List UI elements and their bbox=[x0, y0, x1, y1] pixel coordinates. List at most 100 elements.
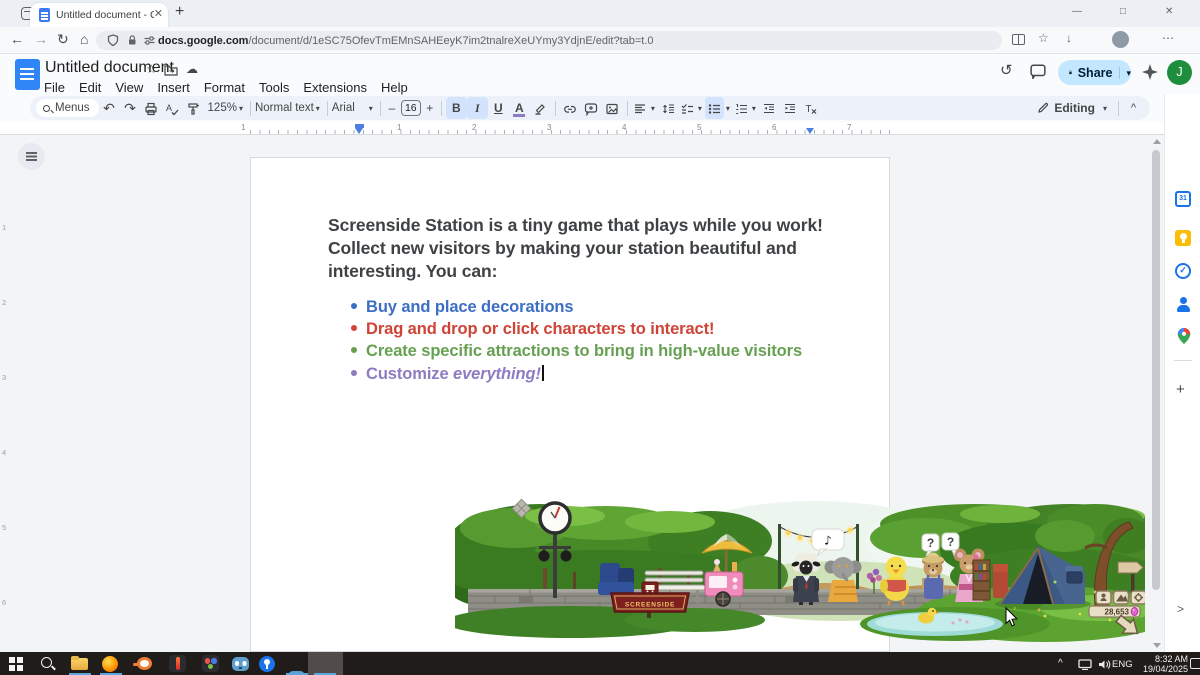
redo-button[interactable]: ↷ bbox=[120, 97, 141, 119]
numbered-list-button[interactable] bbox=[733, 97, 750, 119]
visitors-button[interactable] bbox=[1096, 591, 1111, 604]
doc-tabs-button[interactable] bbox=[18, 143, 45, 170]
share-dropdown-icon[interactable]: ▾ bbox=[1119, 67, 1131, 79]
start-button[interactable] bbox=[9, 657, 23, 671]
menu-view[interactable]: View bbox=[108, 79, 150, 96]
network-icon[interactable] bbox=[1078, 659, 1092, 670]
undo-button[interactable]: ↶ bbox=[99, 97, 120, 119]
settings-button[interactable] bbox=[1131, 591, 1145, 604]
coin-counter[interactable]: 28,653 bbox=[1089, 606, 1140, 617]
cloud-status-icon[interactable]: ☁ bbox=[186, 62, 198, 76]
favorites-star-icon[interactable]: ☆ bbox=[1038, 31, 1049, 45]
font-caret-icon[interactable]: ▾ bbox=[369, 104, 373, 113]
lock-icon[interactable] bbox=[126, 34, 138, 47]
add-comment-button[interactable] bbox=[581, 97, 602, 119]
get-addons-button[interactable]: + bbox=[1176, 381, 1185, 398]
menu-extensions[interactable]: Extensions bbox=[296, 79, 374, 96]
split-screen-icon[interactable] bbox=[1012, 34, 1025, 45]
red-seat[interactable] bbox=[993, 564, 1008, 598]
print-button[interactable] bbox=[141, 97, 162, 119]
panel-collapse-icon[interactable]: > bbox=[1177, 602, 1184, 616]
window-close-button[interactable]: ✕ bbox=[1165, 6, 1173, 17]
account-avatar[interactable]: J bbox=[1167, 60, 1192, 85]
clock[interactable]: 8:32 AM 19/04/2025 bbox=[1136, 654, 1188, 674]
menu-insert[interactable]: Insert bbox=[150, 79, 197, 96]
numbered-list-caret-icon[interactable]: ▾ bbox=[752, 104, 756, 113]
blender-icon[interactable] bbox=[137, 657, 152, 670]
tune-icon[interactable] bbox=[143, 34, 156, 47]
contacts-icon[interactable] bbox=[1175, 296, 1191, 312]
back-button[interactable]: ← bbox=[10, 31, 24, 47]
bold-button[interactable]: B bbox=[446, 97, 467, 119]
pond[interactable] bbox=[867, 612, 1003, 636]
right-indent-marker[interactable] bbox=[806, 128, 814, 134]
increase-font-size-button[interactable]: + bbox=[423, 97, 437, 119]
zoom-select[interactable]: 125% bbox=[208, 102, 237, 114]
reload-button[interactable]: ↻ bbox=[57, 31, 69, 48]
italic-button[interactable]: I bbox=[467, 97, 488, 119]
scrollbar-thumb[interactable] bbox=[1152, 150, 1160, 590]
zoom-caret-icon[interactable]: ▾ bbox=[239, 104, 243, 113]
hide-menus-button[interactable]: ^ bbox=[1123, 97, 1144, 119]
document-scrollbar[interactable] bbox=[1151, 137, 1161, 652]
increase-indent-button[interactable] bbox=[780, 97, 801, 119]
tray-expand-icon[interactable]: ^ bbox=[1058, 658, 1063, 669]
forward-button[interactable]: → bbox=[34, 31, 48, 47]
file-explorer-icon[interactable] bbox=[71, 658, 88, 670]
align-caret-icon[interactable]: ▾ bbox=[651, 104, 655, 113]
speaker-icon[interactable] bbox=[1098, 659, 1111, 670]
version-history-icon[interactable]: ↺ bbox=[1000, 61, 1013, 79]
window-minimize-button[interactable]: — bbox=[1072, 6, 1082, 17]
notification-center-icon[interactable] bbox=[1190, 658, 1200, 669]
godot-app-icon[interactable] bbox=[232, 657, 249, 671]
insert-image-button[interactable] bbox=[602, 97, 623, 119]
book-stand[interactable] bbox=[973, 560, 990, 600]
menu-tools[interactable]: Tools bbox=[252, 79, 296, 96]
font-size-input[interactable]: 16 bbox=[401, 100, 421, 116]
scroll-up-icon[interactable] bbox=[1153, 139, 1161, 144]
tracking-shield-icon[interactable] bbox=[107, 34, 119, 47]
sheep-character[interactable] bbox=[791, 553, 821, 606]
horizontal-ruler[interactable]: 1 1 2 3 4 5 6 7 bbox=[0, 122, 1164, 135]
address-bar[interactable]: docs.google.com/document/d/1eSC75OfevTmE… bbox=[96, 31, 1002, 50]
gemini-sparkle-icon[interactable] bbox=[1142, 64, 1158, 80]
bulleted-list-button[interactable] bbox=[705, 97, 724, 119]
tasks-icon[interactable]: ✓ bbox=[1175, 263, 1191, 279]
editing-mode-select[interactable]: Editing ▾ bbox=[1037, 101, 1110, 115]
highlight-button[interactable] bbox=[530, 97, 551, 119]
scroll-down-icon[interactable] bbox=[1153, 643, 1161, 648]
checklist-caret-icon[interactable]: ▾ bbox=[698, 104, 702, 113]
decrease-indent-button[interactable] bbox=[759, 97, 780, 119]
menu-format[interactable]: Format bbox=[197, 79, 252, 96]
resolve-app-icon[interactable] bbox=[202, 655, 219, 672]
text-color-button[interactable]: A bbox=[509, 97, 530, 119]
bulleted-list-caret-icon[interactable]: ▾ bbox=[726, 104, 730, 113]
browser-profile-avatar[interactable] bbox=[1112, 31, 1129, 48]
menu-help[interactable]: Help bbox=[374, 79, 415, 96]
vertical-ruler[interactable]: 1 2 3 4 5 6 bbox=[0, 135, 10, 652]
toolbar-search-menus[interactable]: Menus bbox=[36, 99, 99, 117]
pin-app-icon[interactable] bbox=[259, 656, 275, 672]
calendar-icon[interactable]: 31 bbox=[1175, 191, 1191, 207]
home-button[interactable]: ⌂ bbox=[80, 31, 88, 47]
new-tab-button[interactable]: + bbox=[175, 3, 184, 21]
editor-app-icon[interactable] bbox=[169, 655, 186, 672]
maps-icon[interactable] bbox=[1176, 328, 1192, 344]
style-caret-icon[interactable]: ▾ bbox=[316, 104, 320, 113]
browser-tab[interactable]: Untitled document - Google Do ✕ bbox=[30, 3, 168, 27]
first-line-indent-marker[interactable] bbox=[355, 124, 364, 128]
downloads-icon[interactable]: ↓ bbox=[1066, 31, 1072, 45]
browser-menu-icon[interactable]: ⋯ bbox=[1162, 31, 1174, 45]
underline-button[interactable]: U bbox=[488, 97, 509, 119]
checklist-button[interactable] bbox=[679, 97, 696, 119]
star-document-icon[interactable]: ☆ bbox=[146, 62, 157, 76]
firefox-icon[interactable] bbox=[102, 656, 118, 672]
keep-icon[interactable] bbox=[1175, 230, 1191, 246]
paint-format-button[interactable] bbox=[183, 97, 204, 119]
move-to-folder-icon[interactable] bbox=[164, 64, 178, 76]
taskbar-search-icon[interactable] bbox=[41, 657, 52, 668]
comments-icon[interactable] bbox=[1030, 64, 1046, 79]
window-maximize-button[interactable]: □ bbox=[1120, 6, 1126, 17]
share-button[interactable]: Share ▾ bbox=[1058, 60, 1131, 85]
menu-file[interactable]: File bbox=[37, 79, 72, 96]
